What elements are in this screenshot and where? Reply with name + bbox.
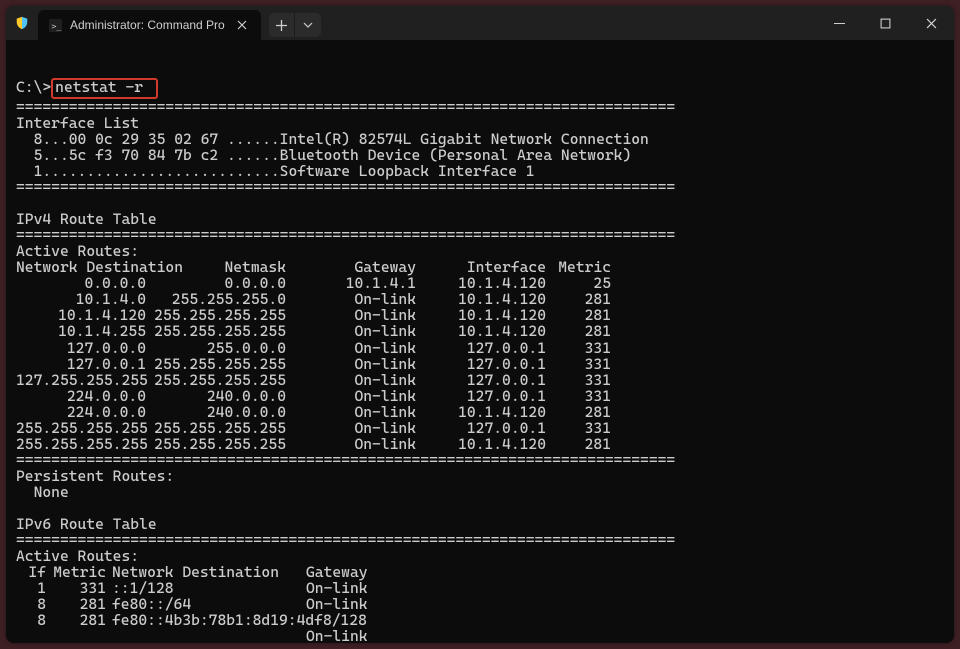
chevron-down-icon bbox=[303, 20, 313, 30]
ipv4-route-row: 224.0.0.0240.0.0.0On-link127.0.0.1331 bbox=[16, 388, 954, 404]
prompt: C:\> bbox=[16, 78, 51, 96]
ipv4-route-row: 10.1.4.120255.255.255.255On-link10.1.4.1… bbox=[16, 307, 954, 323]
maximize-icon bbox=[880, 18, 891, 29]
close-icon bbox=[926, 18, 937, 29]
tab-title: Administrator: Command Pro bbox=[70, 18, 225, 32]
new-tab-group bbox=[269, 13, 321, 37]
interface-line: 8...00 0c 29 35 02 67 ......Intel(R) 825… bbox=[16, 131, 954, 147]
ipv4-route-row: 255.255.255.255255.255.255.255On-link10.… bbox=[16, 436, 954, 452]
terminal-output[interactable]: C:\>netstat -r =========================… bbox=[6, 40, 954, 643]
new-tab-dropdown[interactable] bbox=[295, 13, 321, 37]
maximize-button[interactable] bbox=[862, 6, 908, 40]
ipv6-route-row: 1331::1/128On-link bbox=[16, 580, 954, 596]
titlebar[interactable]: >_ Administrator: Command Pro bbox=[6, 6, 954, 40]
ipv4-route-row: 0.0.0.00.0.0.010.1.4.110.1.4.12025 bbox=[16, 275, 954, 291]
tab-close-button[interactable] bbox=[233, 16, 251, 34]
ipv6-header-row: IfMetricNetwork DestinationGateway bbox=[16, 564, 954, 580]
ipv6-route-row: On-link bbox=[16, 628, 954, 643]
svg-text:>_: >_ bbox=[51, 20, 61, 30]
cmd-icon: >_ bbox=[48, 18, 62, 32]
ipv4-header-row: Network DestinationNetmaskGatewayInterfa… bbox=[16, 259, 954, 275]
interface-line: 5...5c f3 70 84 7b c2 ......Bluetooth De… bbox=[16, 147, 954, 163]
ipv4-route-row: 10.1.4.0255.255.255.0On-link10.1.4.12028… bbox=[16, 291, 954, 307]
ipv4-route-row: 255.255.255.255255.255.255.255On-link127… bbox=[16, 420, 954, 436]
interface-list: 8...00 0c 29 35 02 67 ......Intel(R) 825… bbox=[16, 131, 954, 179]
plus-icon bbox=[276, 20, 287, 31]
shield-icon bbox=[6, 6, 38, 40]
ipv4-route-row: 127.0.0.1255.255.255.255On-link127.0.0.1… bbox=[16, 356, 954, 372]
ipv4-route-row: 127.255.255.255255.255.255.255On-link127… bbox=[16, 372, 954, 388]
close-icon bbox=[237, 20, 247, 30]
window-close-button[interactable] bbox=[908, 6, 954, 40]
window-controls bbox=[816, 6, 954, 40]
persistent-routes-none: None bbox=[16, 483, 69, 501]
ipv4-route-row: 127.0.0.0255.0.0.0On-link127.0.0.1331 bbox=[16, 340, 954, 356]
titlebar-left: >_ Administrator: Command Pro bbox=[6, 6, 321, 40]
interface-line: 1...........................Software Loo… bbox=[16, 163, 954, 179]
separator: ========================================… bbox=[16, 178, 675, 196]
highlighted-command: netstat -r bbox=[51, 78, 158, 99]
ipv4-route-row: 10.1.4.255255.255.255.255On-link10.1.4.1… bbox=[16, 323, 954, 339]
active-tab[interactable]: >_ Administrator: Command Pro bbox=[38, 10, 261, 40]
ipv4-route-rows: 0.0.0.00.0.0.010.1.4.110.1.4.1202510.1.4… bbox=[16, 275, 954, 452]
new-tab-button[interactable] bbox=[269, 13, 295, 37]
ipv6-route-row: 8281fe80::/64On-link bbox=[16, 596, 954, 612]
ipv4-route-row: 224.0.0.0240.0.0.0On-link10.1.4.120281 bbox=[16, 404, 954, 420]
terminal-window: >_ Administrator: Command Pro bbox=[6, 6, 954, 643]
ipv6-route-row: 8281fe80::4b3b:78b1:8d19:4df8/128 bbox=[16, 612, 954, 628]
minimize-icon bbox=[834, 18, 845, 29]
minimize-button[interactable] bbox=[816, 6, 862, 40]
titlebar-drag-area[interactable] bbox=[321, 6, 816, 40]
ipv6-route-rows: 1331::1/128On-link8281fe80::/64On-link82… bbox=[16, 580, 954, 643]
